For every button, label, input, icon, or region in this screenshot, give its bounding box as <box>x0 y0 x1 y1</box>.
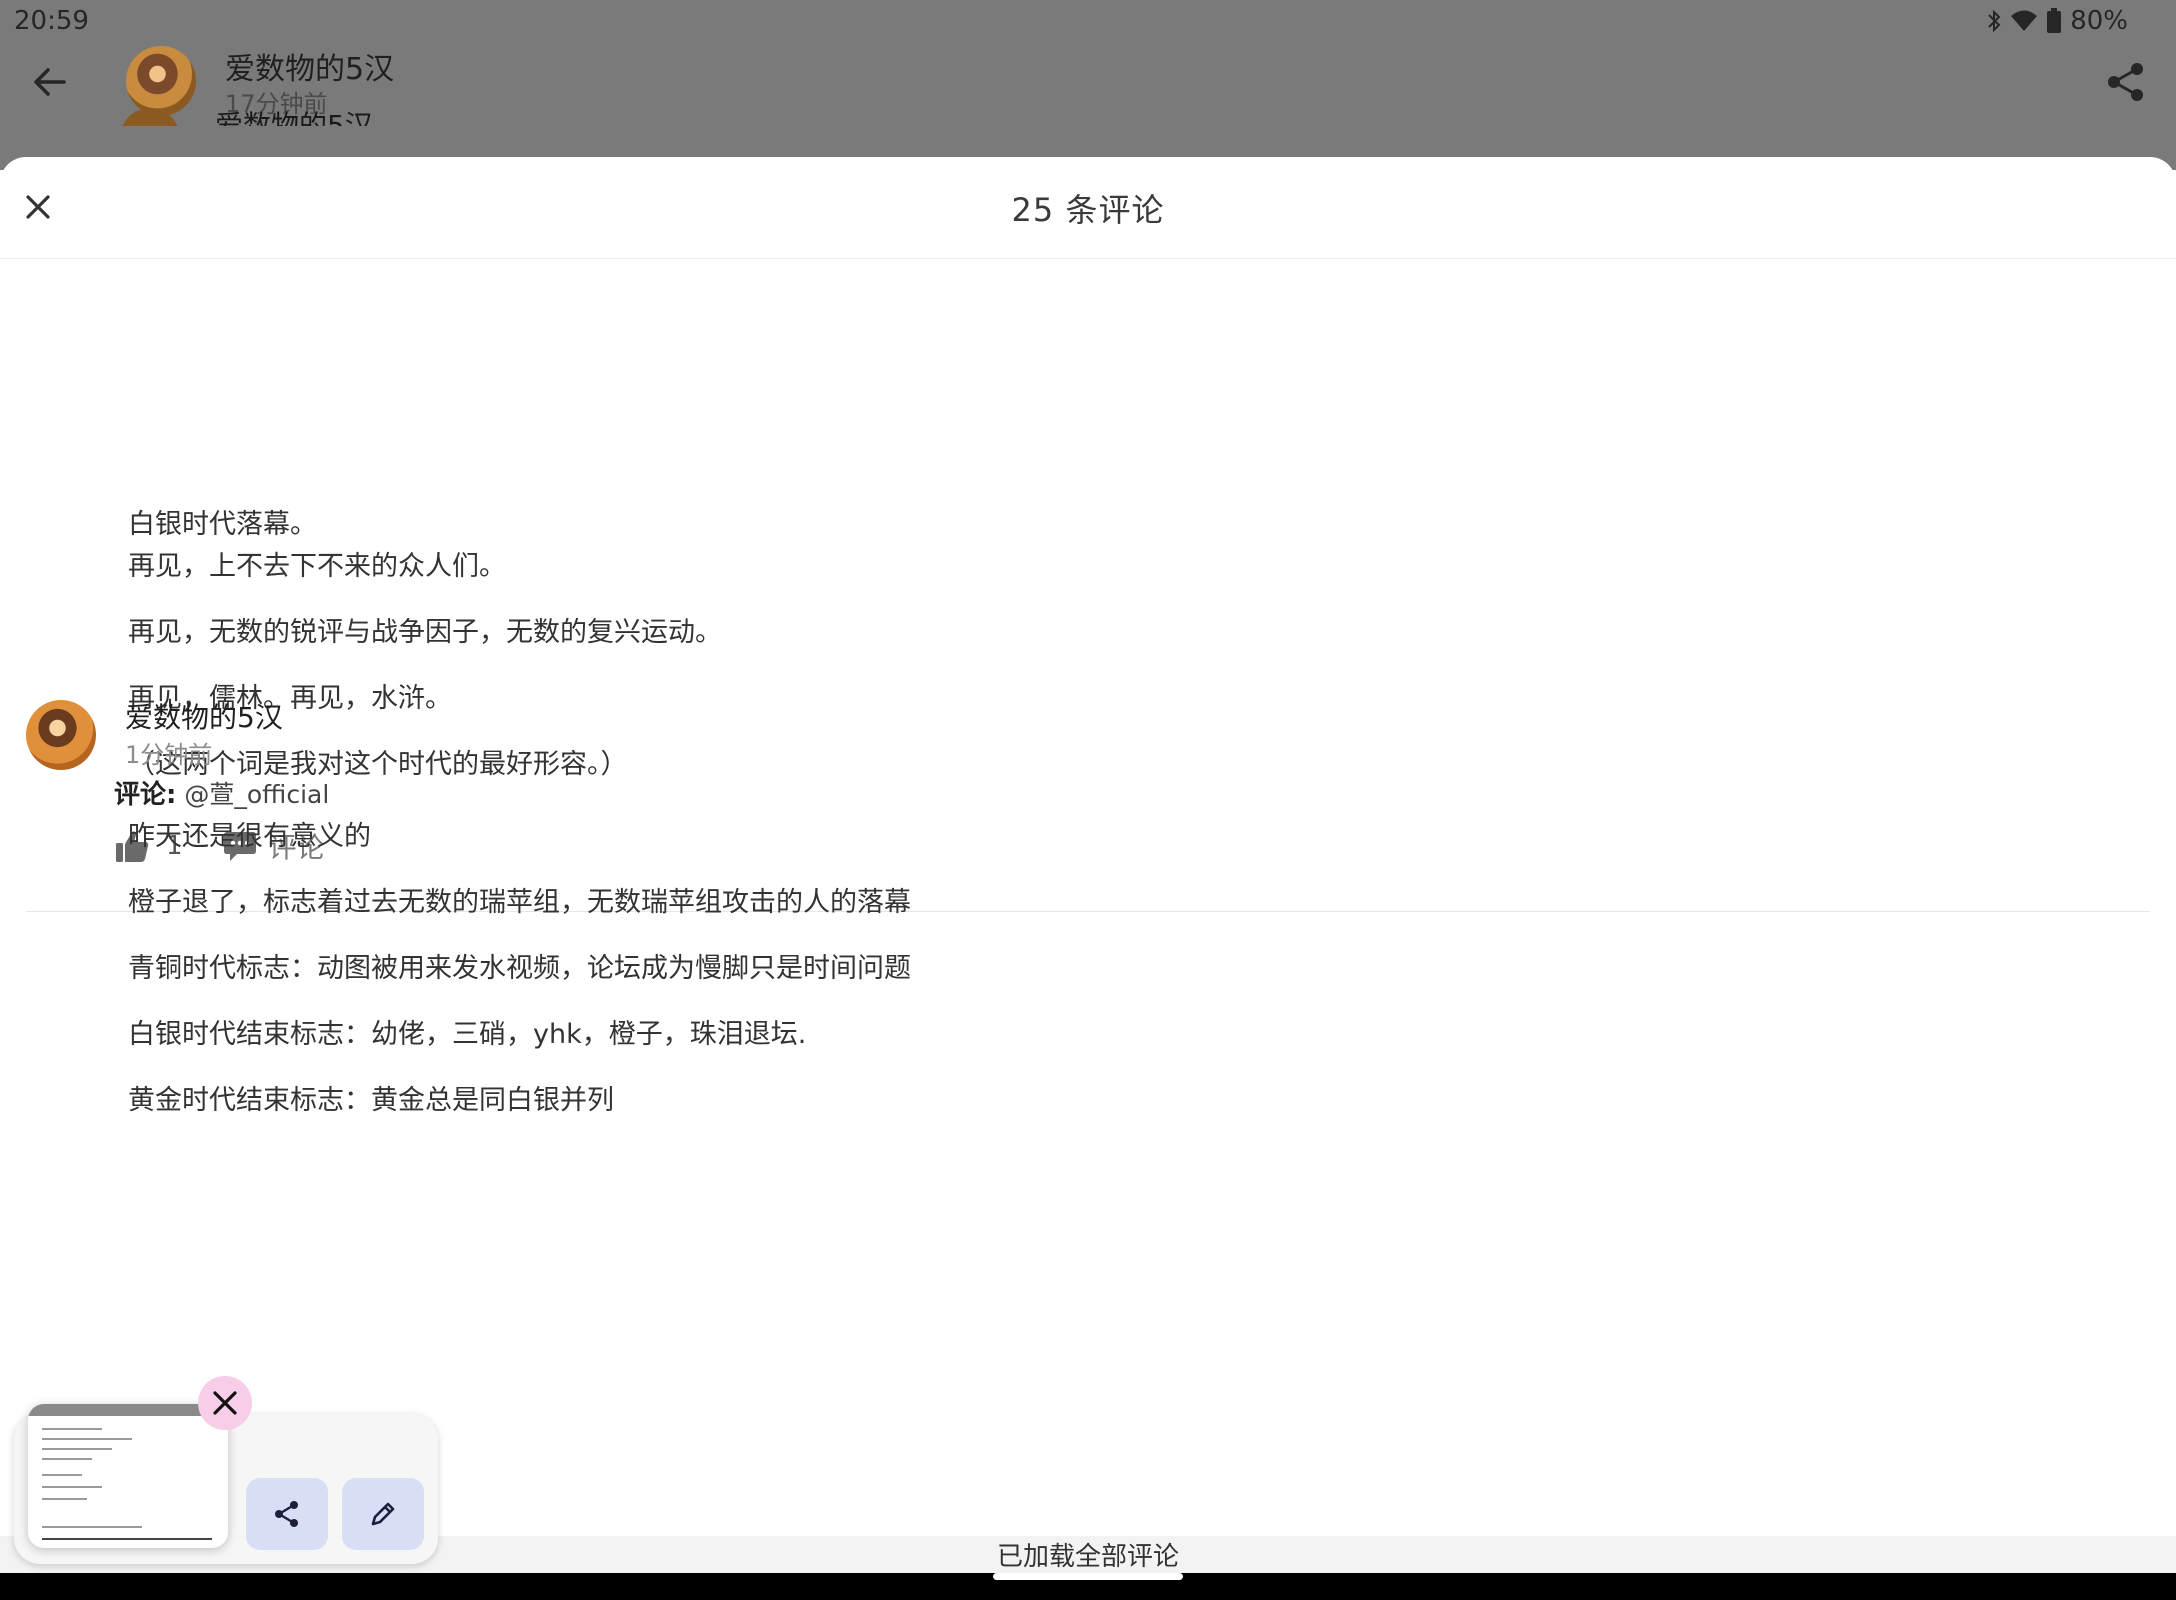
reply-label: 评论: <box>114 780 177 810</box>
thumbnail-line <box>42 1498 87 1500</box>
comment-paragraph: 昨天还是很有意义的 <box>128 821 371 852</box>
thumbnail-line <box>42 1438 132 1440</box>
reply-mention[interactable]: @萱_official <box>184 780 329 809</box>
background-page: 20:59 80% 爱数物的5汉 17分钟前 爱数物的5汉 <box>0 0 2176 170</box>
thumbnail-line <box>42 1486 102 1488</box>
comment-time: 1分钟前 <box>125 741 213 769</box>
thumbnail-line <box>42 1474 82 1476</box>
reply-target: 评论: @萱_official <box>114 774 329 811</box>
thumbnail-line <box>42 1538 212 1540</box>
wifi-icon <box>2010 9 2038 33</box>
comment-paragraph: 白银时代结束标志：幼佬，三硝，yhk，橙子，珠泪退坛. <box>128 1019 807 1050</box>
comments-sheet: 25 条评论 白银时代落幕。 再见，上不去下不来的众人们。 再见，无数的锐评与战… <box>0 157 2176 1573</box>
thumbnail-line <box>42 1526 142 1528</box>
background-peek-row: 爱数物的5汉 <box>120 104 380 126</box>
post-paragraph: 白银时代落幕。 <box>128 509 317 540</box>
thumbnail-line <box>42 1458 92 1460</box>
author-name[interactable]: 爱数物的5汉 <box>225 44 394 88</box>
battery-icon <box>2046 8 2062 34</box>
share-icon[interactable] <box>2104 60 2148 104</box>
comment-paragraph: 黄金时代结束标志：黄金总是同白银并列 <box>128 1085 614 1116</box>
comment-author-name[interactable]: 爱数物的5汉 <box>125 696 283 736</box>
thumbnail-line <box>42 1428 102 1430</box>
post-paragraph: 再见，无数的锐评与战争因子，无数的复兴运动。 <box>128 617 722 648</box>
comment-count-title: 25 条评论 <box>1011 191 1165 229</box>
comment-paragraph: 青铜时代标志：动图被用来发水视频，论坛成为慢脚只是时间问题 <box>128 953 911 984</box>
screenshot-thumbnail[interactable] <box>28 1404 228 1548</box>
edit-icon[interactable] <box>342 1478 424 1550</box>
bluetooth-icon <box>1986 9 2002 33</box>
share-icon[interactable] <box>246 1478 328 1550</box>
comment-paragraph: 橙子退了，标志着过去无数的瑞苹组，无数瑞苹组攻击的人的落幕 <box>128 887 911 918</box>
peek-author: 爱数物的5汉 <box>215 109 373 126</box>
comment-author-avatar[interactable] <box>26 700 96 770</box>
status-icons: 80% <box>1986 6 2128 36</box>
back-arrow-icon[interactable] <box>28 60 72 104</box>
avatar <box>120 108 180 126</box>
post-paragraph: 再见，上不去下不来的众人们。 <box>128 551 506 582</box>
status-bar: 20:59 80% <box>0 0 2176 44</box>
battery-percent: 80% <box>2070 6 2128 36</box>
status-time: 20:59 <box>14 6 89 36</box>
thumbnail-line <box>42 1448 112 1450</box>
home-gesture-handle[interactable] <box>993 1573 1183 1580</box>
sheet-header: 25 条评论 <box>0 157 2176 259</box>
close-icon[interactable] <box>198 1376 252 1430</box>
